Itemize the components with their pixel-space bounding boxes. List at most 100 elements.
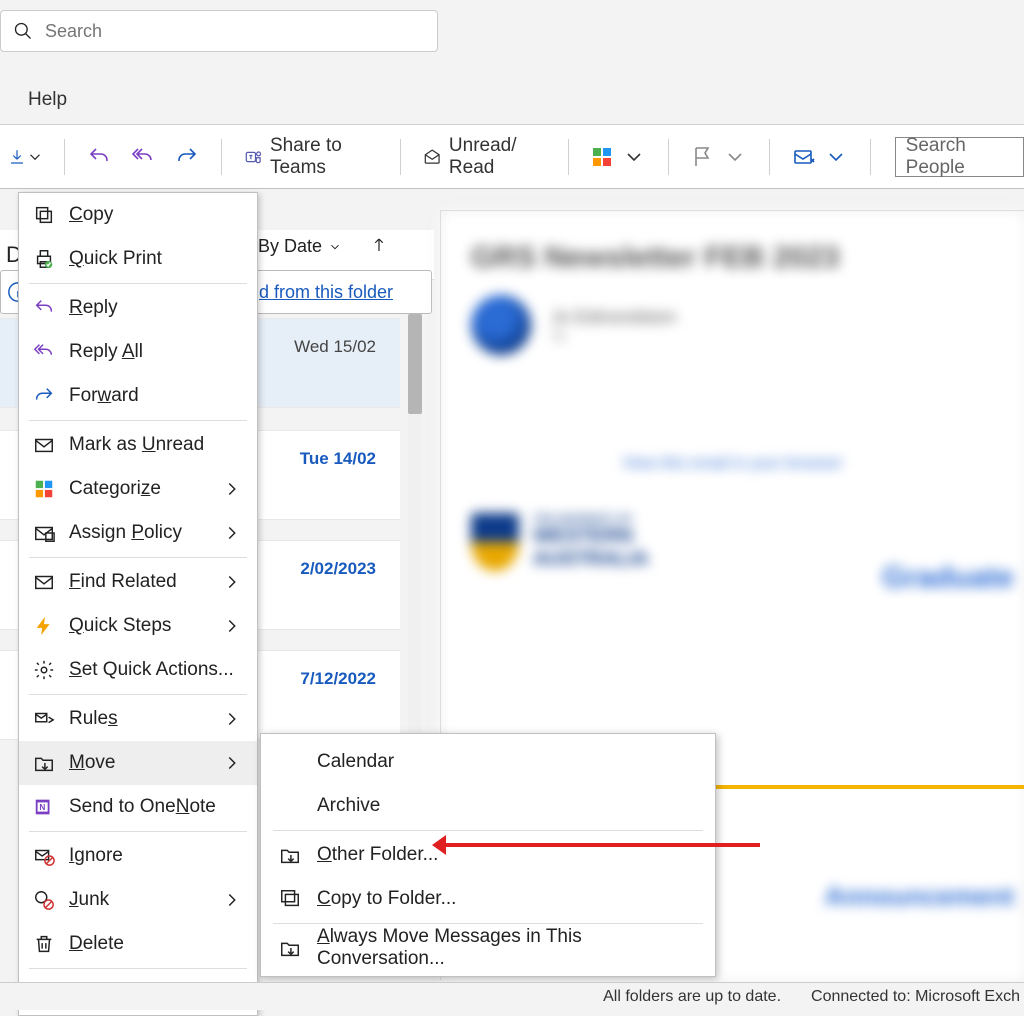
redo-icon	[175, 145, 199, 169]
categories-icon	[590, 145, 614, 169]
menu-forward[interactable]: Forward	[19, 374, 257, 418]
rules-icon	[33, 708, 55, 730]
annotation-arrow	[444, 843, 760, 847]
send-receive-button[interactable]	[782, 137, 858, 177]
graduate-heading: Graduate	[882, 561, 1014, 595]
email-subject: GRS Newsletter FEB 2023	[471, 241, 994, 275]
chevron-right-icon	[221, 522, 243, 544]
email-from: Jo Edmondston	[551, 307, 676, 328]
submenu-copy-to-folder[interactable]: Copy to Folder...	[261, 877, 715, 921]
printer-icon	[33, 248, 55, 270]
menu-junk[interactable]: Junk	[19, 878, 257, 922]
undo-all-button[interactable]	[121, 137, 165, 177]
uni-line1: THE UNIVERSITY OF	[533, 514, 649, 525]
unread-read-label: Unread/ Read	[449, 135, 540, 179]
folder-in-icon	[279, 937, 301, 959]
ignore-icon	[33, 845, 55, 867]
menu-reply[interactable]: Reply	[19, 286, 257, 330]
undo-icon	[87, 145, 111, 169]
email-body-link: View this email in your browser	[471, 455, 994, 473]
sort-label: By Date	[258, 236, 322, 257]
flag-icon	[691, 145, 715, 169]
onenote-icon: N	[33, 796, 55, 818]
categorize-ribbon-button[interactable]	[580, 137, 656, 177]
menu-quick-steps[interactable]: Quick Steps	[19, 604, 257, 648]
status-folders: All folders are up to date.	[603, 988, 781, 1006]
menu-rules[interactable]: Rules	[19, 697, 257, 741]
chevron-down-icon	[622, 145, 646, 169]
menu-categorize[interactable]: Categorize	[19, 467, 257, 511]
email-to: To	[551, 328, 676, 344]
submenu-always-move[interactable]: Always Move Messages in This Conversatio…	[261, 926, 715, 970]
search-icon	[13, 21, 33, 41]
message-date: 7/12/2022	[300, 669, 376, 689]
sort-by-date[interactable]: By Date	[258, 236, 342, 257]
chevron-right-icon	[221, 752, 243, 774]
ribbon: Share to Teams Unread/ Read Search Peopl…	[0, 124, 1024, 189]
categories-icon	[33, 478, 55, 500]
chevron-down-icon	[26, 148, 44, 166]
context-menu: Copy Quick Print Reply Reply All Forward…	[18, 192, 258, 1016]
svg-text:N: N	[39, 803, 45, 812]
avatar	[471, 295, 531, 355]
uni-line3: AUSTRALIA	[533, 548, 649, 571]
menu-quick-print[interactable]: Quick Print	[19, 237, 257, 281]
submenu-other-folder[interactable]: Other Folder...	[261, 833, 715, 877]
chevron-right-icon	[221, 571, 243, 593]
menu-set-quick-actions[interactable]: Set Quick Actions...	[19, 648, 257, 692]
submenu-archive[interactable]: Archive	[261, 784, 715, 828]
search-input[interactable]	[45, 21, 425, 42]
reply-all-icon	[33, 341, 55, 363]
junk-icon	[33, 889, 55, 911]
chevron-right-icon	[221, 889, 243, 911]
menu-mark-unread[interactable]: Mark as Unread	[19, 423, 257, 467]
chevron-right-icon	[221, 478, 243, 500]
menu-copy[interactable]: Copy	[19, 193, 257, 237]
lightning-icon	[33, 615, 55, 637]
flag-button[interactable]	[681, 137, 757, 177]
move-submenu: Calendar Archive Other Folder... Copy to…	[260, 733, 716, 977]
search-people-input[interactable]: Search People	[895, 137, 1024, 177]
tab-help[interactable]: Help	[28, 89, 67, 111]
menu-assign-policy[interactable]: Assign Policy	[19, 511, 257, 555]
sort-direction-button[interactable]	[370, 236, 388, 259]
message-date: Wed 15/02	[294, 337, 376, 357]
menu-find-related[interactable]: Find Related	[19, 560, 257, 604]
chevron-right-icon	[221, 615, 243, 637]
policy-icon	[33, 522, 55, 544]
chevron-right-icon	[221, 708, 243, 730]
share-to-teams-button[interactable]: Share to Teams	[234, 137, 382, 177]
move-icon	[33, 752, 55, 774]
menu-ignore[interactable]: Ignore	[19, 834, 257, 878]
search-bar[interactable]	[0, 10, 438, 52]
chevron-down-icon	[328, 240, 342, 254]
uni-line2: WESTERN	[533, 525, 649, 548]
mailbox-icon	[792, 145, 816, 169]
search-people-placeholder: Search People	[906, 135, 1013, 179]
envelope-icon	[33, 434, 55, 456]
menu-reply-all[interactable]: Reply All	[19, 330, 257, 374]
crest-icon	[471, 513, 519, 571]
submenu-calendar[interactable]: Calendar	[261, 740, 715, 784]
menu-delete[interactable]: Delete	[19, 922, 257, 966]
scrollbar-thumb[interactable]	[408, 314, 422, 414]
info-link[interactable]: d from this folder	[259, 282, 393, 303]
status-bar: All folders are up to date. Connected to…	[0, 982, 1024, 1010]
copy-folder-icon	[279, 888, 301, 910]
orange-divider	[715, 785, 1024, 789]
status-connected: Connected to: Microsoft Exch	[811, 988, 1020, 1006]
menu-move[interactable]: Move	[19, 741, 257, 785]
chevron-down-icon	[723, 145, 747, 169]
envelope-open-icon	[423, 145, 441, 169]
unread-read-button[interactable]: Unread/ Read	[413, 137, 550, 177]
redo-button[interactable]	[165, 137, 209, 177]
chevron-down-icon	[824, 145, 848, 169]
download-icon	[8, 148, 26, 166]
message-date: 2/02/2023	[300, 559, 376, 579]
menu-send-to-onenote[interactable]: N Send to OneNote	[19, 785, 257, 829]
folder-in-icon	[279, 844, 301, 866]
ribbon-dropdown-button[interactable]	[0, 148, 52, 166]
ribbon-tabs: Help	[0, 80, 67, 120]
undo-button[interactable]	[77, 137, 121, 177]
announcement-heading: Announcement	[825, 881, 1014, 912]
